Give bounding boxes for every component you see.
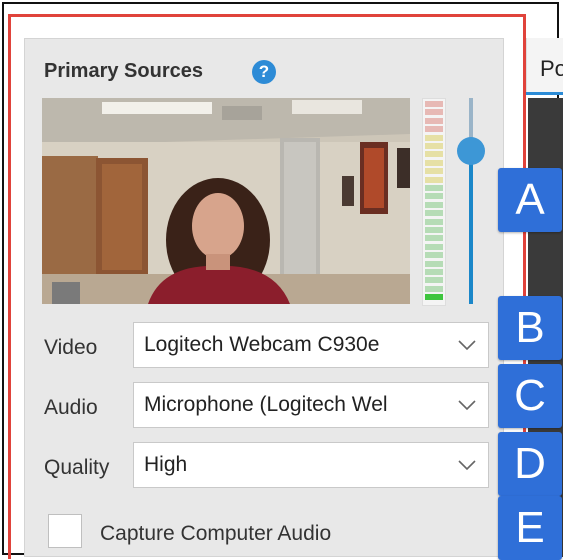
audio-meter-segment xyxy=(425,101,443,107)
quality-label: Quality xyxy=(44,456,110,479)
audio-device-select[interactable]: Microphone (Logitech Wel xyxy=(133,382,489,428)
audio-meter-segment xyxy=(425,201,443,208)
audio-meter-segment xyxy=(425,185,443,191)
audio-meter-segment xyxy=(425,134,443,141)
chevron-down-icon xyxy=(458,460,476,471)
webcam-preview-image xyxy=(42,98,410,304)
help-icon[interactable]: ? xyxy=(252,60,276,84)
annotation-badge-d: D xyxy=(498,432,562,496)
chevron-down-icon xyxy=(458,400,476,411)
tab-active-indicator xyxy=(526,92,563,95)
audio-meter-segment xyxy=(425,109,443,116)
volume-slider-thumb[interactable] xyxy=(457,137,485,165)
annotation-badge-b: B xyxy=(498,296,562,360)
quality-select[interactable]: High xyxy=(133,442,489,488)
audio-meter-segment xyxy=(425,294,443,301)
audio-meter-segment xyxy=(425,159,443,166)
audio-meter-segment xyxy=(425,126,443,133)
audio-label: Audio xyxy=(44,396,98,419)
chevron-down-icon xyxy=(458,340,476,351)
video-device-select[interactable]: Logitech Webcam C930e xyxy=(133,322,489,368)
annotation-badge-a: A xyxy=(498,168,562,232)
capture-computer-audio-label: Capture Computer Audio xyxy=(100,522,332,545)
video-device-value: Logitech Webcam C930e xyxy=(144,333,380,356)
audio-meter-segment xyxy=(425,285,443,292)
annotation-badge-c: C xyxy=(498,364,562,428)
audio-meter-segment xyxy=(425,176,443,183)
audio-meter-segment xyxy=(425,210,443,217)
audio-meter-segment xyxy=(425,143,443,149)
audio-meter-segment xyxy=(425,168,443,175)
audio-meter-segment xyxy=(425,260,443,267)
annotation-badge-e: E xyxy=(498,496,562,560)
audio-meter-segment xyxy=(425,252,443,259)
video-label: Video xyxy=(44,336,98,359)
audio-meter-segment xyxy=(425,193,443,200)
audio-meter-segment xyxy=(425,117,443,124)
audio-meter-segment xyxy=(425,277,443,284)
audio-meter-segment xyxy=(425,227,443,233)
webcam-preview xyxy=(42,98,410,304)
audio-meter-segment xyxy=(425,218,443,225)
audio-meter-segment xyxy=(425,151,443,158)
audio-meter-segment xyxy=(425,243,443,250)
audio-meter-segment xyxy=(425,269,443,275)
audio-device-value: Microphone (Logitech Wel xyxy=(144,393,388,416)
tab-partial-label: Po xyxy=(540,56,563,81)
panel-title: Primary Sources xyxy=(44,60,203,82)
quality-value: High xyxy=(144,453,188,476)
audio-meter-segment xyxy=(425,235,443,242)
capture-computer-audio-checkbox[interactable] xyxy=(48,514,82,548)
